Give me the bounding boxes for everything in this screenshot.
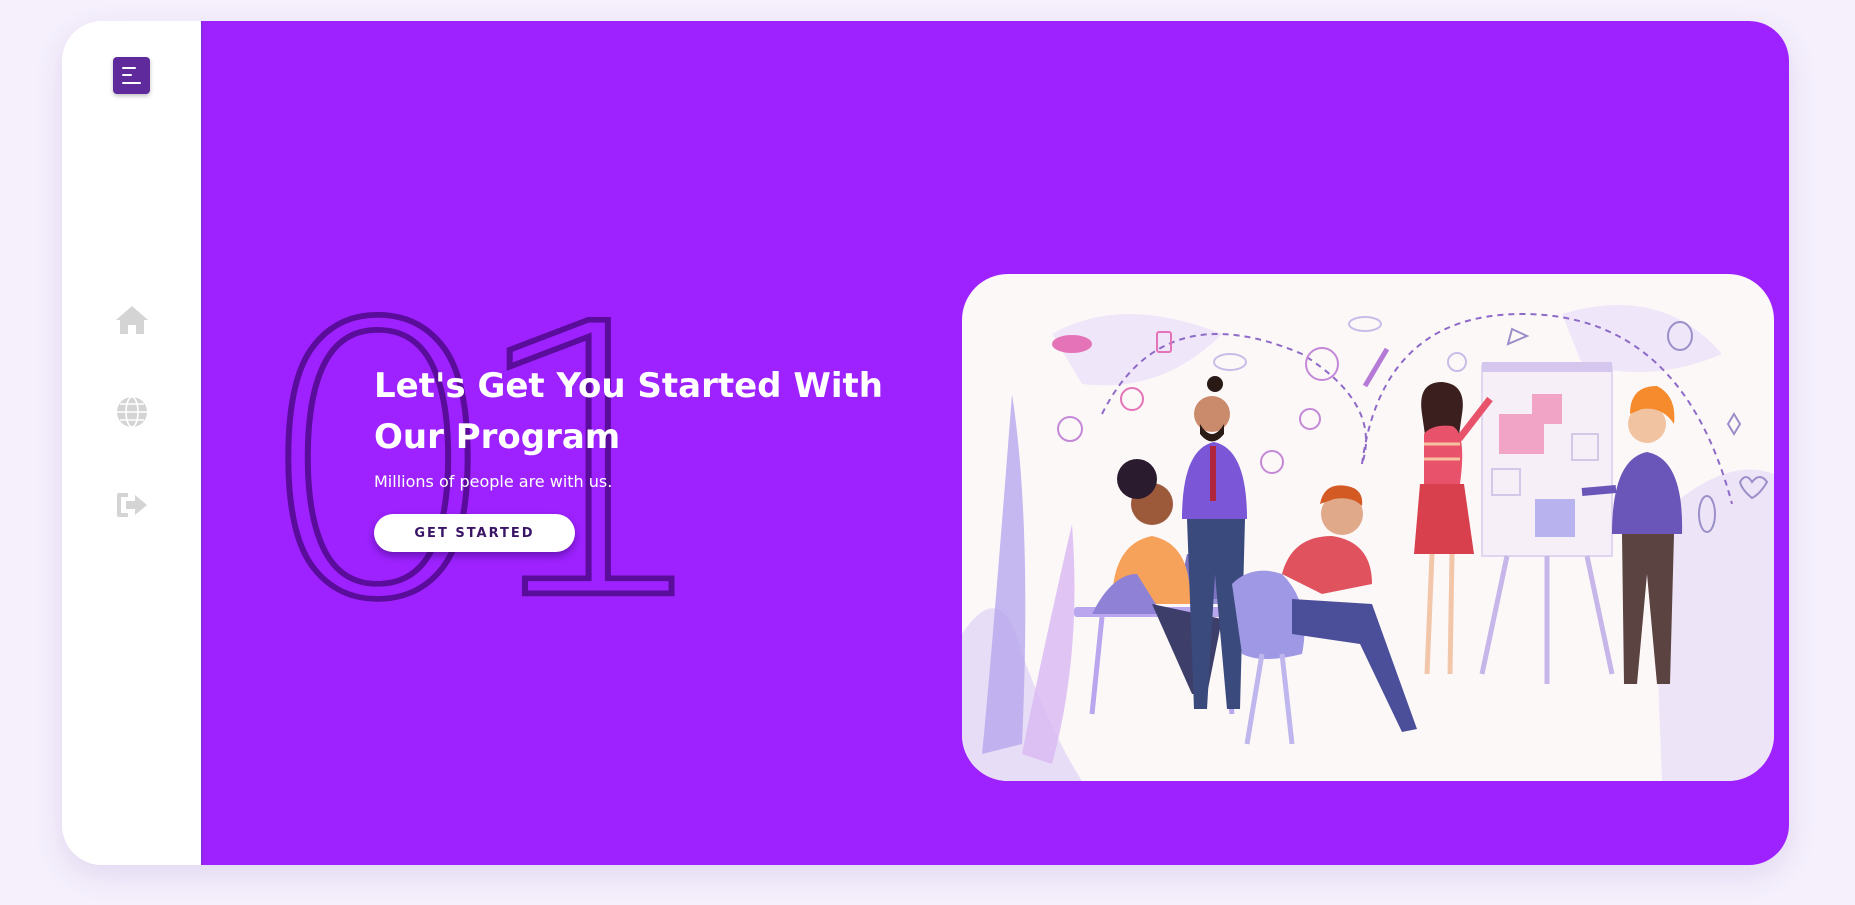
menu-icon-line <box>122 74 132 76</box>
hero-subtitle: Millions of people are with us. <box>374 472 613 491</box>
step-number: 01 <box>250 245 721 683</box>
menu-button[interactable] <box>113 57 150 94</box>
home-icon[interactable] <box>114 302 150 338</box>
menu-icon-line <box>122 82 141 84</box>
team-illustration <box>962 274 1774 781</box>
globe-icon[interactable] <box>114 394 150 430</box>
hero-title: Let's Get You Started With Our Program <box>374 366 883 457</box>
get-started-button[interactable]: GET STARTED <box>374 514 575 552</box>
menu-icon-line <box>122 67 136 69</box>
sidebar <box>62 21 203 865</box>
app-frame: 01 Let's Get You Started With Our Progra… <box>62 21 1789 865</box>
hero-section: 01 Let's Get You Started With Our Progra… <box>203 21 1789 865</box>
logout-icon[interactable] <box>114 487 150 523</box>
